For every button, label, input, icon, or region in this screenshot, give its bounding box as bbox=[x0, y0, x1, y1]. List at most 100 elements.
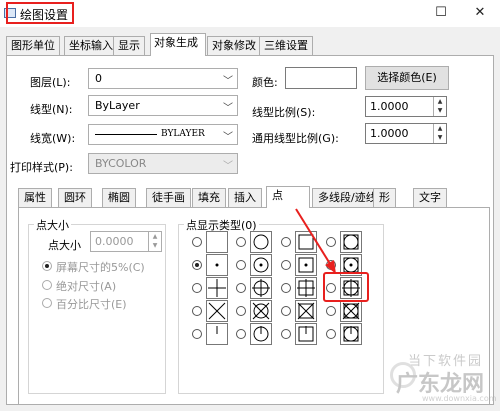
point-style-radio[interactable] bbox=[326, 306, 336, 316]
point-style-cell[interactable] bbox=[340, 323, 362, 345]
point-style-cell[interactable] bbox=[250, 300, 272, 322]
watermark-url: www.downxia.com bbox=[422, 394, 497, 403]
color-swatch[interactable] bbox=[285, 67, 357, 89]
linetype-label: 线型(N): bbox=[30, 103, 73, 116]
point-style-cell[interactable] bbox=[250, 254, 272, 276]
point-style-cell[interactable] bbox=[250, 277, 272, 299]
global-lt-label: 通用线型比例(G): bbox=[252, 132, 339, 145]
point-style-cell[interactable] bbox=[295, 300, 317, 322]
layer-combo[interactable]: 0 ﹀ bbox=[88, 68, 238, 89]
point-style-radio[interactable] bbox=[281, 283, 291, 293]
plotstyle-value: BYCOLOR bbox=[95, 157, 147, 170]
line-sample bbox=[95, 134, 157, 135]
point-style-radio[interactable] bbox=[326, 329, 336, 339]
tab-donut[interactable]: 圆环 bbox=[58, 188, 92, 208]
title-highlight-box bbox=[6, 2, 74, 24]
point-size-label: 点大小 bbox=[48, 239, 81, 252]
plotstyle-combo: BYCOLOR ﹀ bbox=[88, 153, 238, 174]
point-style-cell[interactable] bbox=[206, 231, 228, 253]
point-size-stepper[interactable]: ▲ ▼ bbox=[148, 232, 161, 251]
point-style-radio[interactable] bbox=[281, 329, 291, 339]
point-style-radio[interactable] bbox=[281, 306, 291, 316]
chevron-down-icon: ﹀ bbox=[223, 161, 233, 172]
watermark: 当下软件园 广东龙网 www.downxia.com bbox=[388, 344, 498, 408]
point-style-radio[interactable] bbox=[236, 283, 246, 293]
tab-object-modify[interactable]: 对象修改 bbox=[207, 36, 261, 55]
global-lt-value: 1.0000 bbox=[370, 127, 409, 140]
chevron-down-icon: ﹀ bbox=[223, 132, 233, 143]
point-style-cell[interactable] bbox=[250, 323, 272, 345]
percent-label: 百分比尺寸(E) bbox=[56, 298, 127, 311]
radio-screen-percent[interactable] bbox=[42, 261, 52, 271]
point-style-icon bbox=[297, 279, 315, 297]
lt-scale-stepper[interactable]: ▲ ▼ bbox=[433, 97, 446, 116]
tab-3d-settings[interactable]: 三维设置 bbox=[259, 36, 313, 55]
point-style-icon bbox=[252, 302, 270, 320]
point-style-cell[interactable] bbox=[340, 300, 362, 322]
drawing-settings-dialog: 绘图设置 ☐ ✕ 图形单位 坐标输入 显示 对象生成 对象修改 三维设置 图层(… bbox=[0, 0, 500, 411]
tab-attributes[interactable]: 属性 bbox=[18, 188, 52, 208]
point-style-radio[interactable] bbox=[192, 260, 202, 270]
lt-scale-input[interactable]: 1.0000 ▲ ▼ bbox=[365, 96, 447, 117]
point-style-radio[interactable] bbox=[192, 329, 202, 339]
point-style-icon bbox=[216, 326, 218, 334]
absolute-label: 绝对尺寸(A) bbox=[56, 280, 117, 293]
point-style-radio[interactable] bbox=[192, 283, 202, 293]
point-size-input[interactable]: 0.0000 ▲ ▼ bbox=[90, 231, 162, 252]
plotstyle-label: 打印样式(P): bbox=[10, 161, 73, 174]
lineweight-label: 线宽(W): bbox=[30, 132, 76, 145]
lineweight-value: BYLAYER bbox=[161, 129, 205, 139]
point-style-radio[interactable] bbox=[192, 237, 202, 247]
lt-scale-value: 1.0000 bbox=[370, 100, 409, 113]
tab-units[interactable]: 图形单位 bbox=[6, 36, 60, 55]
point-style-radio[interactable] bbox=[192, 306, 202, 316]
point-style-cell[interactable] bbox=[250, 231, 272, 253]
point-style-icon bbox=[342, 302, 360, 320]
point-style-icon bbox=[253, 234, 269, 250]
point-style-radio[interactable] bbox=[236, 260, 246, 270]
tab-ellipse[interactable]: 椭圆 bbox=[102, 188, 136, 208]
radio-percent[interactable] bbox=[42, 298, 52, 308]
point-style-radio[interactable] bbox=[236, 306, 246, 316]
point-style-radio[interactable] bbox=[236, 329, 246, 339]
tab-text[interactable]: 文字 bbox=[413, 188, 447, 208]
point-style-cell[interactable] bbox=[206, 254, 228, 276]
point-style-cell[interactable] bbox=[295, 323, 317, 345]
choose-color-button[interactable]: 选择颜色(E) bbox=[365, 66, 449, 90]
screen-percent-label: 屏幕尺寸的5%(C) bbox=[56, 261, 145, 274]
chevron-down-icon: ﹀ bbox=[223, 76, 233, 87]
point-style-cell[interactable] bbox=[206, 300, 228, 322]
radio-absolute[interactable] bbox=[42, 280, 52, 290]
tab-object-creation[interactable]: 对象生成 bbox=[150, 33, 206, 56]
tab-insert[interactable]: 插入 bbox=[228, 188, 262, 208]
title-bar: 绘图设置 ☐ ✕ bbox=[0, 0, 500, 27]
layer-value: 0 bbox=[95, 72, 102, 85]
linetype-value: ByLayer bbox=[95, 99, 140, 112]
tab-display[interactable]: 显示 bbox=[113, 36, 145, 55]
point-style-cell[interactable] bbox=[295, 277, 317, 299]
global-lt-stepper[interactable]: ▲ ▼ bbox=[433, 124, 446, 143]
point-style-icon bbox=[215, 263, 219, 267]
point-size-value: 0.0000 bbox=[95, 235, 134, 248]
point-style-icon bbox=[208, 302, 226, 320]
layer-label: 图层(L): bbox=[30, 76, 71, 89]
tab-hatch[interactable]: 填充 bbox=[192, 188, 226, 208]
point-size-group-label: 点大小 bbox=[34, 217, 71, 233]
tab-point[interactable]: 点 bbox=[266, 186, 310, 208]
lineweight-combo[interactable]: BYLAYER ﹀ bbox=[88, 124, 238, 145]
maximize-button[interactable]: ☐ bbox=[426, 2, 456, 24]
point-style-cell[interactable] bbox=[206, 277, 228, 299]
tab-shape[interactable]: 形 bbox=[373, 188, 396, 208]
tab-coord-input[interactable]: 坐标输入 bbox=[64, 36, 118, 55]
point-style-icon bbox=[252, 279, 270, 297]
point-style-radio[interactable] bbox=[236, 237, 246, 247]
point-style-cell[interactable] bbox=[206, 323, 228, 345]
lt-scale-label: 线型比例(S): bbox=[252, 106, 316, 119]
color-label: 颜色: bbox=[252, 76, 278, 89]
global-lt-input[interactable]: 1.0000 ▲ ▼ bbox=[365, 123, 447, 144]
close-button[interactable]: ✕ bbox=[465, 2, 495, 24]
linetype-combo[interactable]: ByLayer ﹀ bbox=[88, 95, 238, 116]
point-style-icon bbox=[207, 232, 227, 252]
tab-freehand[interactable]: 徒手画 bbox=[146, 188, 191, 208]
point-style-icon bbox=[343, 326, 359, 342]
